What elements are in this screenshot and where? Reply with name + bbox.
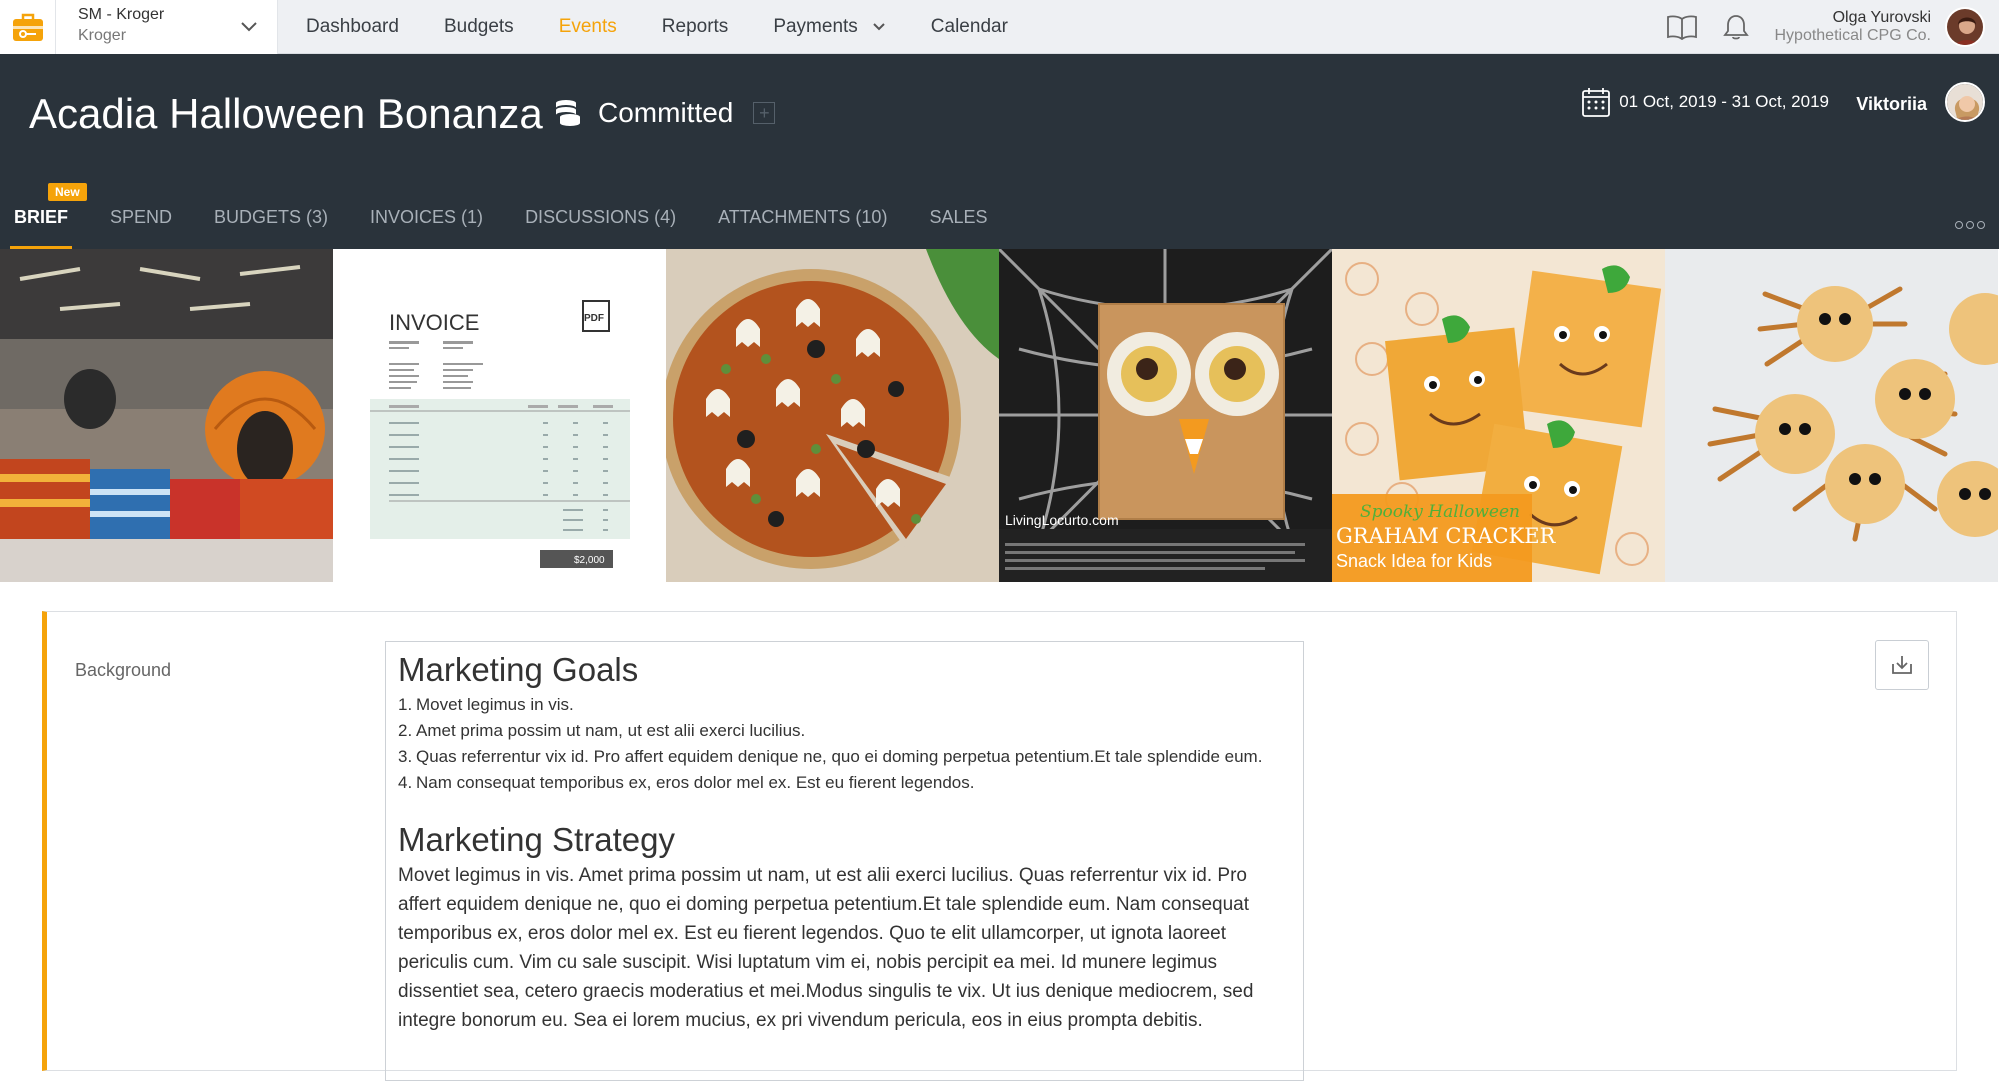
event-header: Acadia Halloween Bonanza Committed + 01 … xyxy=(0,54,1999,249)
goal-number: 2. xyxy=(398,721,413,740)
nav-events[interactable]: Events xyxy=(559,16,617,38)
cracker-title: Spooky Halloween xyxy=(1360,502,1520,522)
event-tabs: New BRIEF SPEND BUDGETS (3) INVOICES (1)… xyxy=(10,183,1029,249)
download-icon xyxy=(1892,656,1912,674)
user-avatar-image xyxy=(1947,9,1983,45)
dates-text: 01 Oct, 2019 - 31 Oct, 2019 xyxy=(1619,92,1829,111)
event-title: Acadia Halloween Bonanza xyxy=(29,90,543,137)
pdf-icon: PDF xyxy=(582,300,610,332)
pdf-label: PDF xyxy=(584,313,604,324)
user-name: Olga Yurovski xyxy=(1832,9,1931,26)
event-status: Committed + xyxy=(552,97,776,129)
tab-discussions[interactable]: DISCUSSIONS (4) xyxy=(525,189,676,249)
goal-item: 1. Movet legimus in vis. xyxy=(398,692,1291,718)
nav-payments[interactable]: Payments xyxy=(773,16,885,38)
more-icon[interactable] xyxy=(1955,221,1985,229)
top-right-tools: Olga Yurovski Hypothetical CPG Co. xyxy=(1662,0,1999,54)
calendar-icon xyxy=(1582,88,1611,117)
attachment-pizza[interactable] xyxy=(666,249,999,582)
owl-caption: LivingLocurto.com xyxy=(1005,512,1119,528)
goal-number: 1. xyxy=(398,695,413,714)
goal-text: Amet prima possim ut nam, ut est alii ex… xyxy=(416,721,806,740)
coins-icon xyxy=(556,100,580,126)
nav-calendar[interactable]: Calendar xyxy=(931,16,1008,38)
tab-brief[interactable]: New BRIEF xyxy=(10,183,87,249)
goal-text: Quas referrentur vix id. Pro affert equi… xyxy=(416,747,1263,766)
top-navigation: SM - Kroger Kroger Dashboard Budgets Eve… xyxy=(0,0,1999,54)
goal-number: 4. xyxy=(398,773,413,792)
goal-item: 4. Nam consequat temporibus ex, eros dolo… xyxy=(398,770,1291,796)
attachment-strip: INVOICE PDF $2,000 LivingLocurto.com Spo… xyxy=(0,249,1999,582)
status-label: Committed xyxy=(598,97,734,128)
nav-dashboard[interactable]: Dashboard xyxy=(306,16,399,38)
nav-payments-label: Payments xyxy=(773,16,858,37)
book-icon xyxy=(1667,15,1698,40)
download-button[interactable] xyxy=(1875,640,1929,690)
chevron-down-icon xyxy=(241,22,257,32)
account-switcher[interactable]: SM - Kroger Kroger xyxy=(56,0,278,54)
tab-brief-label: BRIEF xyxy=(14,207,68,227)
invoice-heading: INVOICE xyxy=(389,310,479,335)
owner-avatar[interactable] xyxy=(1945,82,1985,122)
nav-budgets[interactable]: Budgets xyxy=(444,16,514,38)
strategy-heading: Marketing Strategy xyxy=(398,821,675,858)
bell-icon xyxy=(1723,15,1750,40)
goals-list: 1. Movet legimus in vis. 2. Amet prima pos… xyxy=(398,692,1291,796)
goals-heading: Marketing Goals xyxy=(398,651,639,688)
tab-budgets[interactable]: BUDGETS (3) xyxy=(214,189,328,249)
brief-card: Background Marketing Goals 1. Movet legim… xyxy=(42,611,1957,1081)
user-company: Hypothetical CPG Co. xyxy=(1774,27,1931,44)
owner-avatar-image xyxy=(1947,84,1983,120)
attachment-invoice[interactable]: INVOICE PDF $2,000 xyxy=(333,249,666,582)
attachment-pumpkin-crackers[interactable]: Spooky Halloween GRAHAM CRACKER Snack Id… xyxy=(1332,249,1665,582)
attachment-store-display[interactable] xyxy=(0,249,333,582)
tab-spend[interactable]: SPEND xyxy=(110,189,172,249)
cracker-line2: Snack Idea for Kids xyxy=(1336,551,1492,571)
notifications-button[interactable] xyxy=(1716,7,1756,47)
chevron-down-icon xyxy=(873,23,885,31)
attachment-spider-crackers[interactable] xyxy=(1665,249,1998,582)
new-badge: New xyxy=(48,183,87,201)
add-status-button[interactable]: + xyxy=(753,102,776,124)
nav-reports[interactable]: Reports xyxy=(662,16,729,38)
tab-attachments[interactable]: ATTACHMENTS (10) xyxy=(718,189,887,249)
goal-item: 3. Quas referrentur vix id. Pro affert eq… xyxy=(398,744,1291,770)
goal-text: Movet legimus in vis. xyxy=(416,695,574,714)
user-avatar[interactable] xyxy=(1945,7,1985,47)
goal-number: 3. xyxy=(398,747,413,766)
background-label: Background xyxy=(75,660,172,680)
brief-editor[interactable]: Marketing Goals 1. Movet legimus in vis. … xyxy=(385,641,1304,1081)
app-logo[interactable] xyxy=(0,0,56,54)
cracker-line1: GRAHAM CRACKER xyxy=(1336,524,1557,548)
main-nav: Dashboard Budgets Events Reports Payment… xyxy=(306,0,1053,54)
strategy-text: Movet legimus in vis. Amet prima possim … xyxy=(398,865,1254,1031)
briefcase-icon xyxy=(12,13,43,41)
tab-sales[interactable]: SALES xyxy=(929,189,987,249)
event-dates[interactable]: 01 Oct, 2019 - 31 Oct, 2019 xyxy=(1581,86,1829,118)
tab-invoices[interactable]: INVOICES (1) xyxy=(370,189,483,249)
attachment-owl-snack[interactable]: LivingLocurto.com xyxy=(999,249,1332,582)
user-info[interactable]: Olga Yurovski Hypothetical CPG Co. xyxy=(1774,9,1931,45)
goal-text: Nam consequat temporibus ex, eros dolor … xyxy=(416,773,975,792)
invoice-total: $2,000 xyxy=(574,555,605,566)
goal-item: 2. Amet prima possim ut nam, ut est alii … xyxy=(398,718,1291,744)
help-button[interactable] xyxy=(1662,7,1702,47)
event-owner[interactable]: Viktoriia xyxy=(1856,94,1927,115)
